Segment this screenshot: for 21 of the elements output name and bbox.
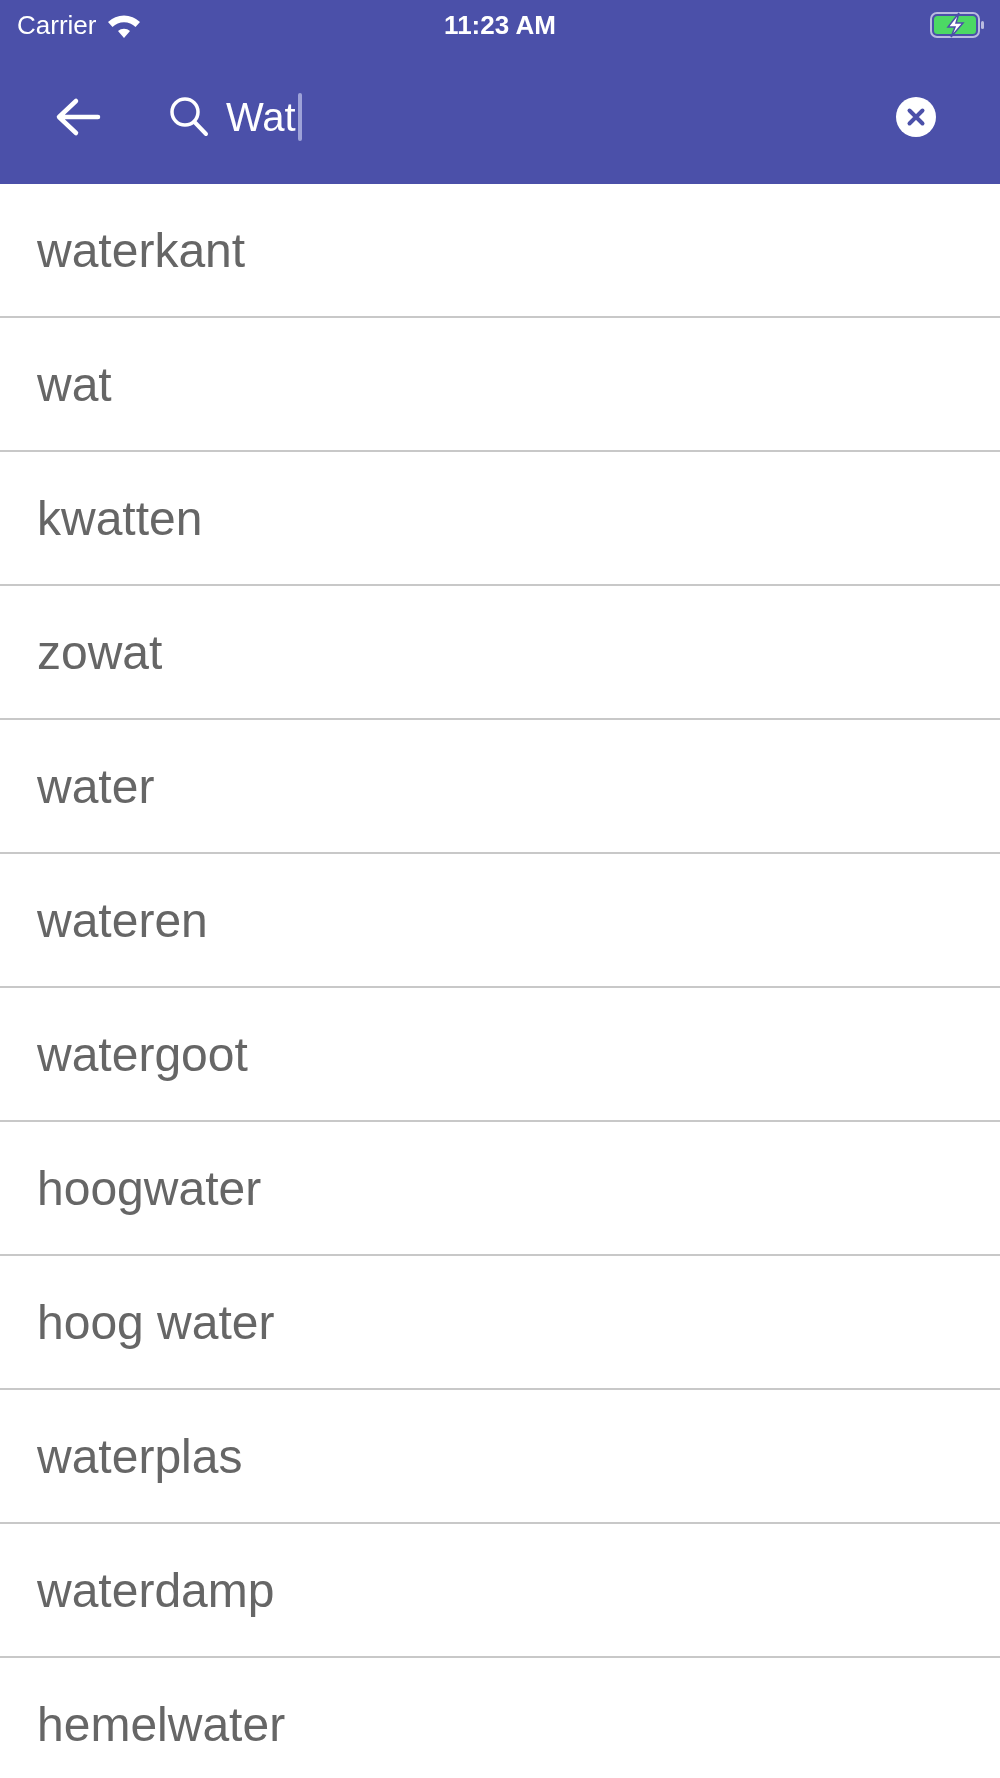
result-item[interactable]: wat — [0, 318, 1000, 452]
result-item[interactable]: water — [0, 720, 1000, 854]
result-item[interactable]: hoog water — [0, 1256, 1000, 1390]
result-item[interactable]: hemelwater — [0, 1658, 1000, 1778]
result-item[interactable]: kwatten — [0, 452, 1000, 586]
result-item[interactable]: wateren — [0, 854, 1000, 988]
carrier-name: Carrier — [17, 10, 97, 40]
search-icon — [169, 96, 209, 138]
search-field[interactable]: Wat — [169, 93, 896, 141]
result-item[interactable]: waterplas — [0, 1390, 1000, 1524]
back-arrow-icon — [54, 97, 102, 137]
text-cursor — [297, 93, 302, 141]
result-item[interactable]: zowat — [0, 586, 1000, 720]
clear-icon — [896, 97, 936, 137]
result-item[interactable]: waterdamp — [0, 1524, 1000, 1658]
result-item[interactable]: watergoot — [0, 988, 1000, 1122]
back-button[interactable] — [54, 97, 102, 137]
result-item[interactable]: hoogwater — [0, 1122, 1000, 1256]
result-item[interactable]: waterkant — [0, 184, 1000, 318]
clear-button[interactable] — [896, 97, 936, 137]
status-time: 11:23 AM — [444, 10, 556, 40]
